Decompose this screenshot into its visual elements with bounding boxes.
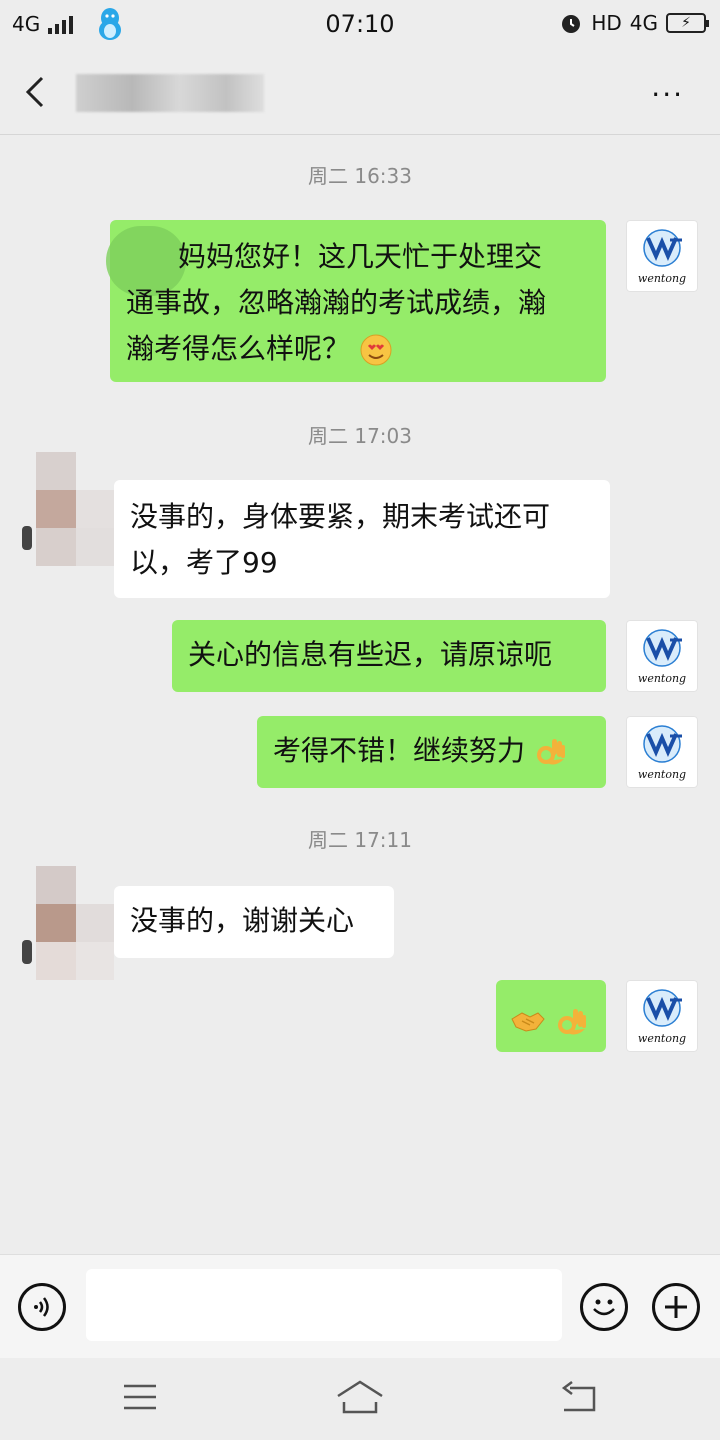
- timestamp: 周二 17:11: [308, 828, 412, 852]
- message-line: 通事故，忽略瀚瀚的考试成绩，瀚: [126, 286, 547, 319]
- my-avatar[interactable]: wentong: [626, 980, 698, 1052]
- my-avatar[interactable]: wentong: [626, 620, 698, 692]
- back-arrow-icon[interactable]: [20, 72, 56, 112]
- back-nav-icon[interactable]: [560, 1380, 598, 1414]
- avatar-caption: wentong: [637, 672, 687, 685]
- message-line: 没事的，谢谢关心: [130, 904, 355, 937]
- timestamp: 周二 17:03: [308, 424, 412, 448]
- smiley-icon: [593, 1299, 615, 1316]
- avatar-caption: wentong: [637, 1032, 687, 1045]
- system-navigation-bar: [0, 1358, 720, 1440]
- contact-avatar-blurred[interactable]: [22, 866, 114, 980]
- sent-message-bubble[interactable]: 关心的信息有些迟，请原谅呃: [172, 620, 606, 692]
- message-line: 关心的信息有些迟，请原谅呃: [188, 638, 553, 671]
- message-input-bar: [0, 1254, 720, 1359]
- home-icon[interactable]: [334, 1378, 386, 1416]
- message-line: 没事的，身体要紧，期末考试还可: [130, 500, 551, 533]
- network-type-right: 4G: [629, 11, 658, 35]
- contact-avatar-blurred[interactable]: [22, 452, 114, 566]
- emoji-button[interactable]: [580, 1283, 628, 1331]
- avatar-caption: wentong: [637, 768, 687, 781]
- received-message-bubble[interactable]: 没事的，身体要紧，期末考试还可 以，考了99: [114, 480, 610, 598]
- more-options-icon[interactable]: ···: [651, 78, 684, 111]
- hd-label: HD: [591, 11, 622, 35]
- ok-hand-icon: [536, 739, 565, 765]
- my-avatar[interactable]: wentong: [626, 716, 698, 788]
- menu-icon[interactable]: [122, 1382, 158, 1412]
- message-text-field[interactable]: [86, 1269, 562, 1341]
- message-line: 以，考了99: [130, 546, 278, 579]
- message-line: 瀚考得怎么样呢？: [126, 326, 590, 372]
- voice-wave-icon: [34, 1297, 49, 1317]
- more-functions-button[interactable]: [652, 1283, 700, 1331]
- chat-header: ···: [0, 52, 720, 135]
- message-line: 考得不错！继续努力: [273, 734, 526, 767]
- contact-name-blurred: [76, 74, 264, 112]
- my-avatar[interactable]: wentong: [626, 220, 698, 292]
- avatar-caption: wentong: [637, 272, 687, 285]
- battery-icon: ⚡: [666, 13, 709, 33]
- received-message-bubble[interactable]: 没事的，谢谢关心: [114, 886, 394, 958]
- plus-icon: [665, 1296, 687, 1318]
- ok-hand-icon: [557, 1009, 586, 1035]
- message-line: 妈妈您好！这几天忙于处理交: [178, 240, 543, 273]
- status-bar: 4G 07:10 HD 4G ⚡: [0, 0, 720, 52]
- status-right: HD 4G ⚡: [559, 11, 709, 35]
- sent-message-bubble[interactable]: [496, 980, 606, 1052]
- voice-input-button[interactable]: [18, 1283, 66, 1331]
- smiling-face-heart-eyes-icon: [360, 334, 392, 366]
- alarm-icon: [562, 15, 581, 33]
- timestamp: 周二 16:33: [308, 164, 412, 188]
- handshake-icon: [511, 1012, 545, 1032]
- sent-message-bubble[interactable]: 考得不错！继续努力: [257, 716, 606, 788]
- sent-message-bubble[interactable]: 妈妈您好！这几天忙于处理交 通事故，忽略瀚瀚的考试成绩，瀚 瀚考得怎么样呢？: [106, 220, 606, 382]
